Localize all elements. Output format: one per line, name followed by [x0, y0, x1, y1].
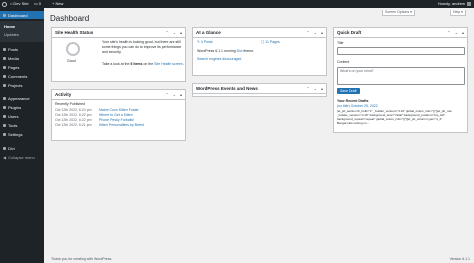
submenu-updates[interactable]: Updates [4, 32, 19, 37]
posts-icon [3, 47, 6, 51]
draft-content-input[interactable]: What's on your mind? [337, 67, 465, 85]
panel-header: At a Glance ⌃ ⌄ ▴ [193, 28, 326, 38]
panel-header: Activity ⌃ ⌄ ▴ [52, 90, 185, 100]
move-down-icon[interactable]: ⌄ [173, 92, 176, 97]
events-panel: WordPress Events and News ⌃ ⌄ ▴ [192, 83, 327, 97]
divi-icon [3, 146, 6, 150]
activity-row: Oct 12th 2022, 6:21 pm Kitten Personaliti… [55, 123, 183, 128]
toggle-icon[interactable]: ▴ [321, 86, 323, 91]
move-up-icon[interactable]: ⌃ [306, 86, 309, 91]
toggle-icon[interactable]: ▴ [321, 30, 323, 35]
dashboard-icon [3, 13, 6, 17]
toggle-icon[interactable]: ▴ [180, 92, 182, 97]
panel-header: WordPress Events and News ⌃ ⌄ ▴ [193, 84, 326, 94]
posts-count-link[interactable]: ✎ 4 Posts [197, 40, 213, 45]
panel-header: Quick Draft ⌃ ⌄ ▴ [334, 28, 467, 38]
move-up-icon[interactable]: ⌃ [306, 30, 309, 35]
tools-icon [3, 123, 6, 127]
activity-panel: Activity ⌃ ⌄ ▴ Recently Published Oct 12th… [51, 89, 186, 141]
page-title: Dashboard [50, 14, 90, 23]
site-name-link[interactable]: ⌂ Dev Site [10, 0, 29, 8]
avatar [467, 2, 471, 6]
menu-item-pages[interactable]: Pages [0, 63, 44, 71]
move-up-icon[interactable]: ⌃ [165, 92, 168, 97]
pages-icon [3, 65, 6, 69]
comment-icon: ▭ [34, 1, 38, 6]
menu-item-users[interactable]: Users [0, 112, 44, 120]
menu-item-projects[interactable]: Projects [0, 81, 44, 89]
move-up-icon[interactable]: ⌃ [165, 30, 168, 35]
appearance-icon [3, 96, 6, 100]
collapse-menu-button[interactable]: ◀ Collapse menu [0, 153, 44, 161]
content-label: Content [337, 60, 350, 64]
users-icon [3, 114, 6, 118]
title-label: Title [337, 41, 344, 45]
help-button[interactable]: Help ▾ [450, 10, 466, 16]
health-text: Your site's health is looking good, but … [102, 40, 182, 54]
move-up-icon[interactable]: ⌃ [447, 30, 450, 35]
submenu-home[interactable]: Home [4, 24, 15, 29]
projects-icon [3, 83, 6, 87]
menu-item-divi[interactable]: Divi [0, 144, 44, 152]
admin-bar: ⌂ Dev Site ▭ 0 + New Howdy, andrew [0, 0, 474, 8]
collapse-icon: ◀ [3, 154, 7, 160]
menu-item-comments[interactable]: Comments [0, 72, 44, 80]
new-content-link[interactable]: + New [52, 0, 63, 8]
search-engines-link[interactable]: Search engines discouraged [197, 57, 241, 62]
account-link[interactable]: Howdy, andrew [438, 0, 471, 8]
panel-header: Site Health Status ⌃ ⌄ ▴ [52, 28, 185, 38]
recent-heading: Recently Published [55, 102, 85, 106]
site-health-link[interactable]: Site Health screen [154, 62, 183, 66]
site-health-panel: Site Health Status ⌃ ⌄ ▴ Good Your site's … [51, 27, 186, 82]
menu-item-posts[interactable]: Posts [0, 45, 44, 53]
settings-icon [3, 132, 6, 136]
main-content: Screen Options ▾ Help ▾ Dashboard Site H… [44, 8, 474, 263]
menu-item-tools[interactable]: Tools [0, 121, 44, 129]
quick-draft-panel: Quick Draft ⌃ ⌄ ▴ Title Content What's on … [333, 27, 468, 133]
pages-count-link[interactable]: ▢ 11 Pages [261, 40, 280, 45]
health-items-text: Take a look at the 5 items on the Site H… [102, 62, 184, 66]
move-down-icon[interactable]: ⌄ [173, 30, 176, 35]
health-indicator-circle [66, 42, 80, 56]
draft-excerpt: [et_pb_section fb_built="1" _builder_ver… [337, 109, 452, 125]
activity-date: Oct 12th 2022, 6:21 pm [55, 123, 92, 127]
menu-item-appearance[interactable]: Appearance [0, 94, 44, 102]
move-down-icon[interactable]: ⌄ [314, 30, 317, 35]
media-icon [3, 56, 6, 60]
at-a-glance-panel: At a Glance ⌃ ⌄ ▴ ✎ 4 Posts ▢ 11 Pages Wor… [192, 27, 327, 76]
menu-item-plugins[interactable]: Plugins [0, 103, 44, 111]
admin-menu: Dashboard Home Updates Posts Media Pages… [0, 8, 44, 263]
move-down-icon[interactable]: ⌄ [314, 86, 317, 91]
draft-title-input[interactable] [337, 47, 465, 55]
save-draft-button[interactable]: Save Draft [337, 88, 360, 94]
comments-link[interactable]: ▭ 0 [34, 0, 41, 8]
home-icon: ⌂ [10, 1, 13, 6]
menu-item-settings[interactable]: Settings [0, 130, 44, 138]
toggle-icon[interactable]: ▴ [462, 30, 464, 35]
comments-icon [3, 74, 6, 78]
wordpress-logo-icon[interactable] [2, 0, 8, 8]
footer-thanks: Thank you for creating with WordPress. [51, 257, 113, 261]
health-status: Good [67, 59, 76, 63]
running-text: WordPress 6.1.1 running Divi theme. [197, 49, 255, 53]
menu-item-dashboard[interactable]: Dashboard [0, 11, 44, 19]
footer-version: Version 6.1.1 [449, 257, 470, 261]
dashboard-submenu: Home Updates [0, 21, 44, 42]
activity-list: Oct 12th 2022, 6:24 pm Maine Coon Kitten … [55, 108, 183, 128]
screen-options-button[interactable]: Screen Options ▾ [382, 10, 415, 16]
move-down-icon[interactable]: ⌄ [455, 30, 458, 35]
plugins-icon [3, 105, 6, 109]
menu-item-media[interactable]: Media [0, 54, 44, 62]
toggle-icon[interactable]: ▴ [180, 30, 182, 35]
activity-post-link[interactable]: Kitten Personalities by Breed [99, 123, 144, 128]
